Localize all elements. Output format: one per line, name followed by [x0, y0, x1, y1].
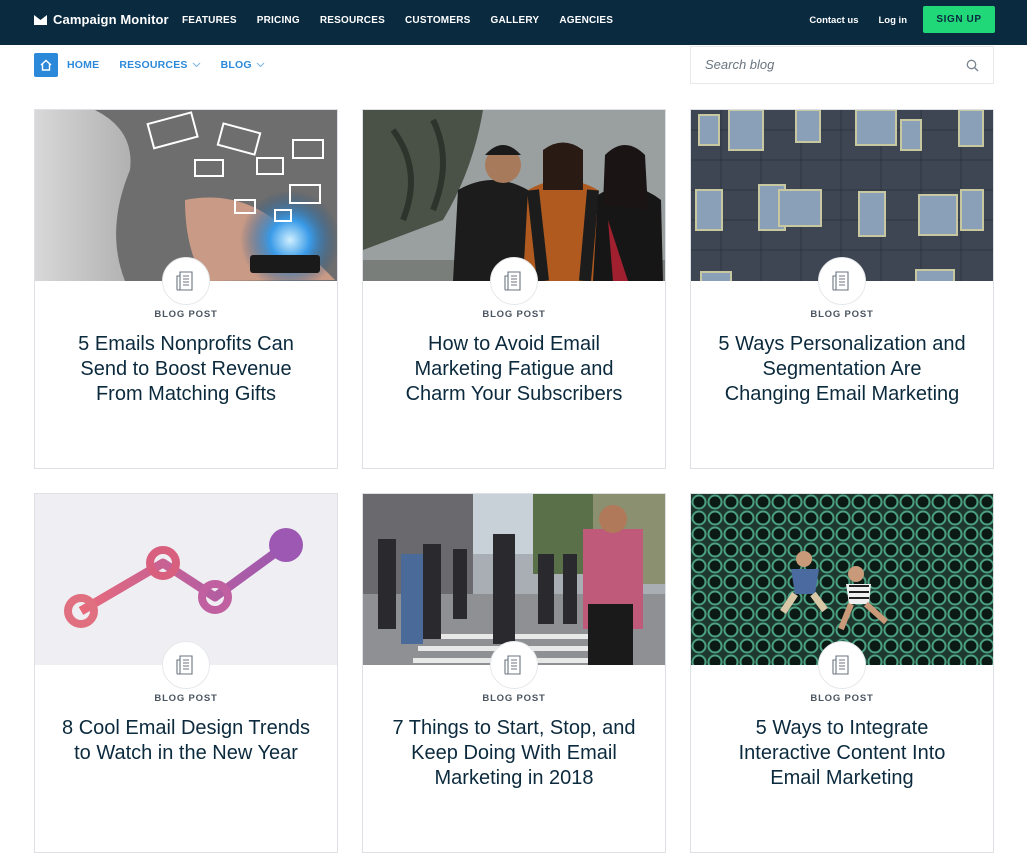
post-type-label: BLOG POST: [154, 693, 218, 704]
chevron-down-icon: [256, 62, 265, 67]
blog-card[interactable]: BLOG POST 7 Things to Start, Stop, and K…: [362, 493, 666, 853]
post-title[interactable]: 5 Ways Personalization and Segmentation …: [717, 332, 967, 407]
document-icon: [832, 271, 849, 291]
breadcrumb: HOME RESOURCES BLOG: [34, 52, 285, 77]
search-input[interactable]: [705, 57, 955, 72]
post-title[interactable]: How to Avoid Email Marketing Fatigue and…: [389, 332, 639, 407]
card-image-three-friends-laughing[interactable]: [363, 110, 665, 281]
blog-card[interactable]: BLOG POST How to Avoid Email Marketing F…: [362, 109, 666, 469]
nav-pricing[interactable]: PRICING: [257, 15, 300, 26]
post-type-label: BLOG POST: [810, 309, 874, 320]
search-box: [690, 46, 994, 84]
document-icon: [504, 655, 521, 675]
top-navigation-bar: Campaign Monitor FEATURES PRICING RESOUR…: [0, 0, 1027, 45]
contact-us-link[interactable]: Contact us: [809, 15, 858, 26]
post-type-label: BLOG POST: [810, 693, 874, 704]
post-badge: [490, 257, 538, 305]
post-title[interactable]: 5 Emails Nonprofits Can Send to Boost Re…: [61, 332, 311, 407]
post-badge: [162, 641, 210, 689]
blog-card[interactable]: BLOG POST 8 Cool Email Design Trends to …: [34, 493, 338, 853]
login-link[interactable]: Log in: [879, 15, 908, 26]
nav-gallery[interactable]: GALLERY: [491, 15, 540, 26]
nav-features[interactable]: FEATURES: [182, 15, 237, 26]
main-menu: FEATURES PRICING RESOURCES CUSTOMERS GAL…: [182, 15, 633, 26]
card-image-street-crosswalk-crowd[interactable]: [363, 494, 665, 665]
blog-card[interactable]: BLOG POST 5 Ways Personalization and Seg…: [690, 109, 994, 469]
post-badge: [818, 257, 866, 305]
post-type-label: BLOG POST: [482, 693, 546, 704]
blog-card[interactable]: BLOG POST 5 Emails Nonprofits Can Send t…: [34, 109, 338, 469]
post-type-label: BLOG POST: [154, 309, 218, 320]
chevron-down-icon: [192, 62, 201, 67]
card-image-gradient-line-graph[interactable]: [35, 494, 337, 665]
home-icon-button[interactable]: [34, 52, 58, 77]
nav-agencies[interactable]: AGENCIES: [559, 15, 613, 26]
breadcrumb-resources[interactable]: RESOURCES: [119, 58, 201, 71]
post-type-label: BLOG POST: [482, 309, 546, 320]
document-icon: [176, 271, 193, 291]
search-icon[interactable]: [966, 59, 979, 72]
document-icon: [176, 655, 193, 675]
brand-name: Campaign Monitor: [53, 12, 169, 27]
document-icon: [504, 271, 521, 291]
breadcrumb-blog-label: BLOG: [220, 58, 252, 71]
nav-customers[interactable]: CUSTOMERS: [405, 15, 471, 26]
post-title[interactable]: 5 Ways to Integrate Interactive Content …: [717, 716, 967, 791]
card-image-building-facade-windows[interactable]: [691, 110, 993, 281]
blog-card[interactable]: BLOG POST 5 Ways to Integrate Interactiv…: [690, 493, 994, 853]
nav-resources[interactable]: RESOURCES: [320, 15, 385, 26]
account-menu: Contact us Log in SIGN UP: [809, 6, 995, 33]
brand-logo[interactable]: Campaign Monitor: [34, 12, 169, 27]
card-image-hand-phone-emails[interactable]: [35, 110, 337, 281]
sign-up-button[interactable]: SIGN UP: [923, 6, 995, 33]
post-title[interactable]: 7 Things to Start, Stop, and Keep Doing …: [389, 716, 639, 791]
document-icon: [832, 655, 849, 675]
breadcrumb-home[interactable]: HOME: [67, 59, 99, 71]
breadcrumb-blog[interactable]: BLOG: [221, 59, 265, 71]
envelope-logo-icon: [34, 14, 47, 25]
post-title[interactable]: 8 Cool Email Design Trends to Watch in t…: [61, 716, 311, 766]
breadcrumb-home-label: HOME: [67, 58, 100, 71]
card-image-jumping-on-pipes[interactable]: [691, 494, 993, 665]
breadcrumb-resources-label: RESOURCES: [119, 58, 188, 71]
post-badge: [490, 641, 538, 689]
post-badge: [818, 641, 866, 689]
home-icon: [40, 59, 52, 71]
post-badge: [162, 257, 210, 305]
